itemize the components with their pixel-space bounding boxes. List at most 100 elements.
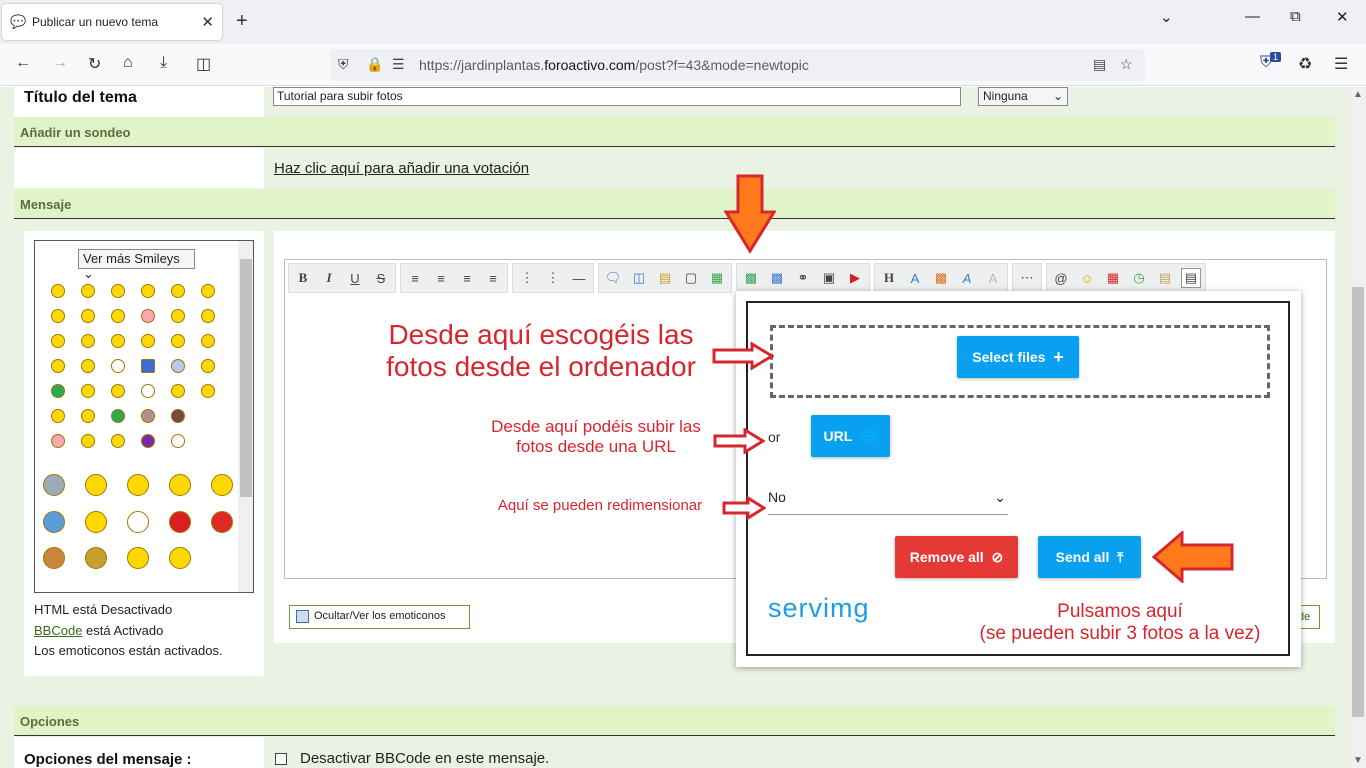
smiley-icon[interactable] bbox=[201, 384, 215, 398]
smiley-icon[interactable] bbox=[211, 474, 233, 496]
paste-icon[interactable]: ▤ bbox=[1155, 268, 1175, 288]
smiley-icon[interactable] bbox=[171, 309, 185, 323]
sleepy-smiley-icon[interactable] bbox=[43, 511, 65, 533]
close-window-icon[interactable]: ✕ bbox=[1336, 8, 1349, 26]
scroll-up-icon[interactable]: ▲ bbox=[1353, 89, 1363, 100]
toggle-emoticons-button[interactable]: Ocultar/Ver los emoticonos bbox=[289, 605, 470, 629]
browser-tab[interactable]: 💬 Publicar un nuevo tema ✕ bbox=[2, 4, 222, 40]
disable-bbcode-checkbox[interactable] bbox=[275, 753, 287, 765]
smiley-icon[interactable] bbox=[111, 384, 125, 398]
pig-icon[interactable] bbox=[51, 434, 65, 448]
sun-icon[interactable] bbox=[85, 511, 107, 533]
add-poll-link[interactable]: Haz clic aquí para añadir una votación bbox=[274, 160, 529, 177]
smiley-icon[interactable] bbox=[201, 284, 215, 298]
smiley-icon[interactable] bbox=[51, 334, 65, 348]
rabbit-icon[interactable] bbox=[127, 511, 149, 533]
minimize-icon[interactable]: — bbox=[1245, 8, 1260, 25]
back-icon[interactable]: ← bbox=[15, 54, 31, 72]
select-files-button[interactable]: Select files + bbox=[957, 336, 1079, 378]
thinking-smiley-icon[interactable] bbox=[169, 474, 191, 496]
smiley-icon[interactable] bbox=[171, 434, 185, 448]
clock-icon[interactable]: ◷ bbox=[1129, 268, 1149, 288]
source-mode-icon[interactable]: ▤ bbox=[1181, 268, 1201, 288]
smiley-icon[interactable] bbox=[51, 309, 65, 323]
menu-icon[interactable]: ☰ bbox=[1334, 54, 1348, 74]
smiley-icon[interactable] bbox=[141, 384, 155, 398]
numbered-list-icon[interactable]: ⋮ bbox=[543, 268, 563, 288]
restore-icon[interactable]: ⧉ bbox=[1290, 8, 1301, 25]
youtube-icon[interactable]: ▶ bbox=[845, 268, 865, 288]
spoiler-icon[interactable]: ▤ bbox=[655, 268, 675, 288]
smiley-icon[interactable] bbox=[81, 309, 95, 323]
shield-icon[interactable]: ⛨ bbox=[338, 56, 349, 73]
home-icon[interactable]: ⌂ bbox=[123, 54, 133, 72]
align-right-icon[interactable]: ≡ bbox=[457, 268, 477, 288]
smiley-icon[interactable] bbox=[141, 309, 155, 323]
smiley-scrollbar[interactable] bbox=[238, 241, 253, 592]
smiley-icon[interactable] bbox=[171, 284, 185, 298]
permissions-icon[interactable]: ☰ bbox=[392, 56, 405, 73]
smiley-icon[interactable] bbox=[127, 547, 149, 569]
smiley-icon[interactable] bbox=[171, 359, 185, 373]
downloads-icon[interactable]: ⤓ bbox=[160, 54, 167, 72]
address-bar[interactable]: ⛨ 🔒 ☰ https://jardinplantas.foroactivo.c… bbox=[330, 49, 1145, 81]
reload-icon[interactable]: ↻ bbox=[88, 54, 101, 74]
smiley-icon[interactable] bbox=[111, 359, 125, 373]
topic-icon-select[interactable]: Ninguna ⌄ bbox=[978, 87, 1068, 106]
table-icon[interactable]: ▦ bbox=[707, 268, 727, 288]
smiley-icon[interactable] bbox=[81, 409, 95, 423]
cat-icon[interactable] bbox=[141, 409, 155, 423]
embed-code-icon[interactable]: ▣ bbox=[819, 268, 839, 288]
topic-title-input[interactable]: Tutorial para subir fotos bbox=[273, 87, 961, 106]
italic-icon[interactable]: I bbox=[319, 268, 339, 288]
mention-icon[interactable]: @ bbox=[1051, 268, 1071, 288]
scroll-down-icon[interactable]: ▼ bbox=[1353, 755, 1363, 766]
smiley-icon[interactable] bbox=[111, 309, 125, 323]
smiley-icon[interactable] bbox=[141, 434, 155, 448]
emoji-icon[interactable]: ☺ bbox=[1077, 268, 1097, 288]
remove-all-button[interactable]: Remove all ⊘ bbox=[895, 536, 1018, 578]
pharaoh-icon[interactable] bbox=[85, 547, 107, 569]
date-icon[interactable]: ▦ bbox=[1103, 268, 1123, 288]
forward-icon[interactable]: → bbox=[52, 54, 68, 72]
star-icon[interactable] bbox=[141, 359, 155, 373]
smiley-icon[interactable] bbox=[201, 334, 215, 348]
sleeping-smiley-icon[interactable] bbox=[85, 474, 107, 496]
smiley-icon[interactable] bbox=[111, 334, 125, 348]
smiley-icon[interactable] bbox=[81, 284, 95, 298]
screenshot-icon[interactable]: ◫ bbox=[196, 54, 211, 74]
cherry-icon[interactable] bbox=[169, 511, 191, 533]
smiley-icon[interactable] bbox=[51, 284, 65, 298]
smiley-icon[interactable] bbox=[201, 309, 215, 323]
smiley-icon[interactable] bbox=[171, 409, 185, 423]
image-host-icon[interactable]: ▩ bbox=[741, 268, 761, 288]
smiley-icon[interactable] bbox=[81, 434, 95, 448]
bookmark-star-icon[interactable]: ☆ bbox=[1120, 56, 1133, 73]
more-smileys-select[interactable]: Ver más Smileys ⌄ bbox=[78, 249, 195, 281]
smiley-icon[interactable] bbox=[141, 334, 155, 348]
code-block-icon[interactable]: ◫ bbox=[629, 268, 649, 288]
align-center-icon[interactable]: ≡ bbox=[431, 268, 451, 288]
reading-smiley-icon[interactable] bbox=[43, 474, 65, 496]
smiley-icon[interactable] bbox=[81, 359, 95, 373]
smiley-icon[interactable] bbox=[81, 384, 95, 398]
color-picker-icon[interactable]: ▩ bbox=[931, 268, 951, 288]
align-left-icon[interactable]: ≡ bbox=[405, 268, 425, 288]
strikethrough-icon[interactable]: S bbox=[371, 268, 391, 288]
smiley-icon[interactable] bbox=[171, 384, 185, 398]
font-size-icon[interactable]: A bbox=[905, 268, 925, 288]
scroll-thumb[interactable] bbox=[1352, 287, 1364, 717]
quote-icon[interactable]: 🗨 bbox=[603, 268, 623, 288]
page-scrollbar[interactable]: ▲ ▼ bbox=[1350, 87, 1366, 768]
lock-icon[interactable]: 🔒 bbox=[366, 56, 383, 73]
smiley-icon[interactable] bbox=[141, 284, 155, 298]
tab-list-chevron-icon[interactable]: ⌄ bbox=[1160, 8, 1173, 26]
image-icon[interactable]: ▩ bbox=[767, 268, 787, 288]
new-tab-icon[interactable]: + bbox=[236, 10, 248, 33]
horizontal-rule-icon[interactable]: ― bbox=[569, 268, 589, 288]
bullet-list-icon[interactable]: ⋮ bbox=[517, 268, 537, 288]
link-icon[interactable]: ⚭ bbox=[793, 268, 813, 288]
smiley-icon[interactable] bbox=[51, 409, 65, 423]
santa-smiley-icon[interactable] bbox=[211, 511, 233, 533]
smiley-icon[interactable] bbox=[51, 384, 65, 398]
